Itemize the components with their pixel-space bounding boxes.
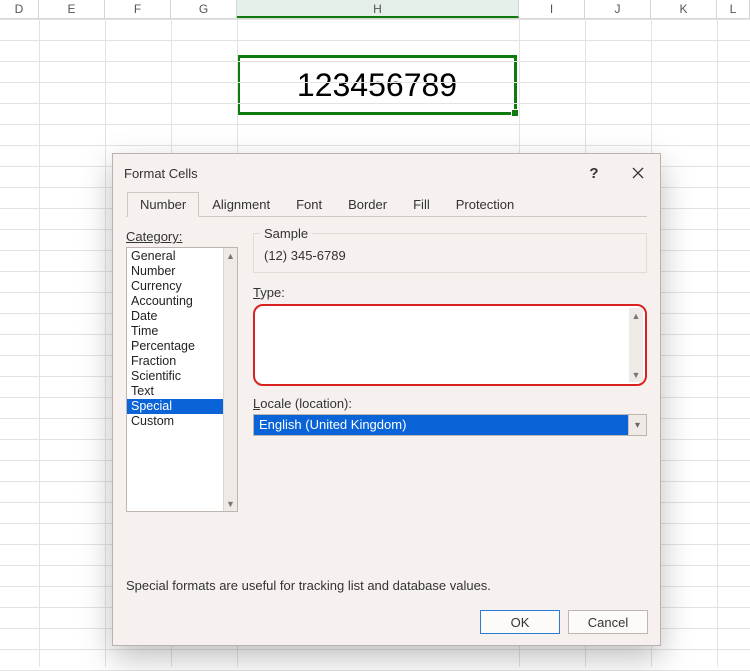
category-scrollbar[interactable]: ▲ ▼: [223, 248, 237, 511]
column-header-g[interactable]: G: [171, 0, 237, 18]
type-listbox[interactable]: ▲ ▼: [253, 304, 647, 386]
category-item-scientific[interactable]: Scientific: [127, 369, 223, 384]
column-header-i[interactable]: I: [519, 0, 585, 18]
category-item-number[interactable]: Number: [127, 264, 223, 279]
column-header-d[interactable]: D: [0, 0, 39, 18]
sample-value: (12) 345-6789: [262, 248, 638, 263]
column-header-l[interactable]: L: [717, 0, 750, 18]
column-header-e[interactable]: E: [39, 0, 105, 18]
cancel-button[interactable]: Cancel: [568, 610, 648, 634]
format-cells-dialog: Format Cells ? NumberAlignmentFontBorder…: [112, 153, 661, 646]
locale-dropdown[interactable]: English (United Kingdom) ▾: [253, 414, 647, 436]
sample-group: Sample (12) 345-6789: [253, 233, 647, 273]
chevron-down-icon[interactable]: ▼: [629, 367, 643, 382]
chevron-up-icon[interactable]: ▲: [224, 248, 237, 263]
help-button[interactable]: ?: [572, 158, 616, 188]
dialog-tabs: NumberAlignmentFontBorderFillProtection: [113, 192, 660, 216]
close-icon: [632, 167, 644, 179]
active-cell-value: 123456789: [297, 67, 457, 104]
type-scrollbar[interactable]: ▲ ▼: [629, 308, 643, 382]
tab-fill[interactable]: Fill: [400, 192, 443, 217]
category-item-general[interactable]: General: [127, 249, 223, 264]
tab-alignment[interactable]: Alignment: [199, 192, 283, 217]
tab-number[interactable]: Number: [127, 192, 199, 217]
column-header-f[interactable]: F: [105, 0, 171, 18]
close-button[interactable]: [616, 158, 660, 188]
locale-label: Locale (location):: [253, 396, 647, 411]
type-label: Type:: [253, 285, 647, 300]
category-item-time[interactable]: Time: [127, 324, 223, 339]
tab-protection[interactable]: Protection: [443, 192, 528, 217]
number-panel: Category: GeneralNumberCurrencyAccountin…: [113, 217, 660, 227]
category-item-date[interactable]: Date: [127, 309, 223, 324]
dialog-buttons: OK Cancel: [480, 610, 648, 634]
chevron-down-icon[interactable]: ▾: [628, 415, 646, 435]
category-listbox[interactable]: GeneralNumberCurrencyAccountingDateTimeP…: [126, 247, 238, 512]
column-header-h[interactable]: H: [237, 0, 519, 18]
category-item-currency[interactable]: Currency: [127, 279, 223, 294]
tab-font[interactable]: Font: [283, 192, 335, 217]
panel-description: Special formats are useful for tracking …: [126, 578, 491, 593]
chevron-up-icon[interactable]: ▲: [629, 308, 643, 323]
category-item-text[interactable]: Text: [127, 384, 223, 399]
dialog-title: Format Cells: [124, 166, 198, 181]
locale-value: English (United Kingdom): [254, 415, 628, 435]
dialog-titlebar[interactable]: Format Cells ?: [113, 154, 660, 192]
tab-border[interactable]: Border: [335, 192, 400, 217]
column-headers: DEFGHIJKL: [0, 0, 750, 19]
category-item-percentage[interactable]: Percentage: [127, 339, 223, 354]
category-item-accounting[interactable]: Accounting: [127, 294, 223, 309]
column-header-k[interactable]: K: [651, 0, 717, 18]
ok-button[interactable]: OK: [480, 610, 560, 634]
category-item-custom[interactable]: Custom: [127, 414, 223, 429]
category-label: Category:: [126, 229, 182, 244]
category-item-fraction[interactable]: Fraction: [127, 354, 223, 369]
column-header-j[interactable]: J: [585, 0, 651, 18]
fill-handle[interactable]: [511, 109, 519, 117]
category-item-special[interactable]: Special: [127, 399, 223, 414]
active-cell[interactable]: 123456789: [237, 55, 517, 115]
sample-label: Sample: [260, 226, 312, 241]
chevron-down-icon[interactable]: ▼: [224, 496, 237, 511]
